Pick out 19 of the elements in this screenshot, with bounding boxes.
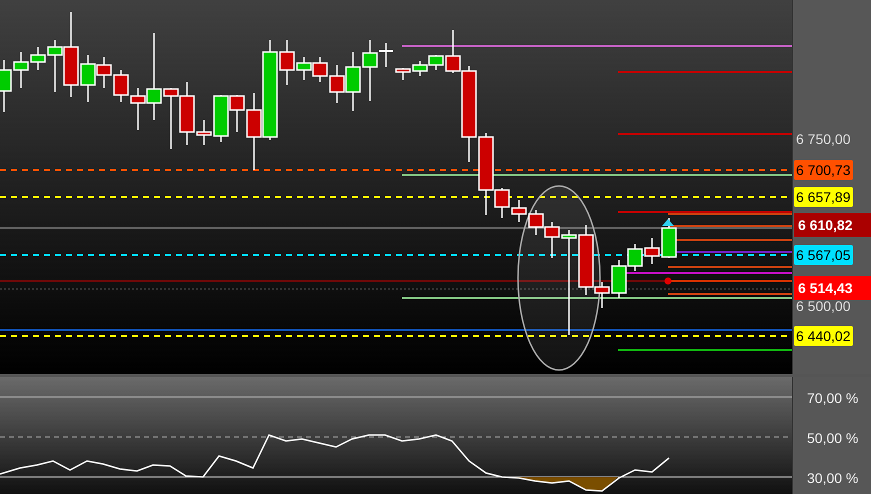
price-label: 6 750,00 xyxy=(795,130,852,149)
price-label: 6 610,82 xyxy=(794,213,871,237)
price-label: 6 514,43 xyxy=(794,276,871,300)
price-label: 6 440,02 xyxy=(794,326,852,346)
oscillator-label: 30,00 % xyxy=(807,469,858,487)
candlestick xyxy=(627,244,643,271)
triangle-marker-icon xyxy=(662,219,674,226)
candlestick xyxy=(511,200,527,222)
candlestick xyxy=(163,88,179,149)
oscillator-label: 50,00 % xyxy=(807,429,858,447)
price-label: 6 700,73 xyxy=(794,160,852,180)
candlestick xyxy=(395,68,411,80)
candlestick xyxy=(412,61,428,76)
candlestick xyxy=(113,70,129,102)
dot-marker xyxy=(664,278,672,284)
price-label: 6 657,89 xyxy=(794,187,852,207)
price-label: 6 500,00 xyxy=(795,297,852,316)
price-label: 6 567,05 xyxy=(794,245,852,265)
oscillator-label: 70,00 % xyxy=(807,389,858,407)
